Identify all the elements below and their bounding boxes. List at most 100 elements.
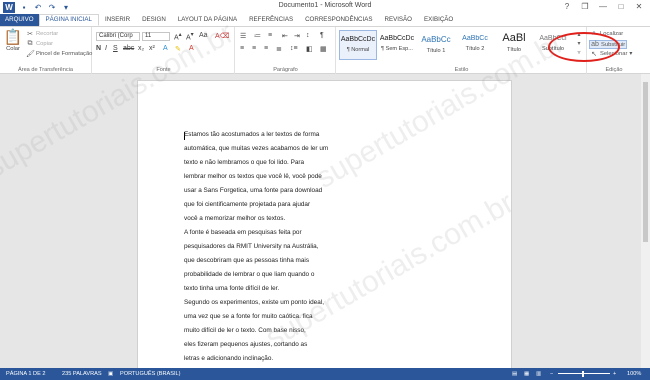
- superscript-icon[interactable]: x²: [149, 45, 155, 52]
- italic-icon[interactable]: I: [105, 45, 107, 52]
- minimize-icon[interactable]: —: [594, 1, 612, 13]
- tab-review[interactable]: REVISÃO: [378, 14, 418, 26]
- close-icon[interactable]: ✕: [630, 1, 648, 13]
- show-marks-icon[interactable]: ¶: [320, 32, 324, 39]
- web-layout-icon[interactable]: ▥: [536, 371, 541, 377]
- tab-design[interactable]: DESIGN: [136, 14, 172, 26]
- help-icon[interactable]: ?: [558, 1, 576, 13]
- increase-indent-icon[interactable]: ⇥: [294, 32, 300, 40]
- grow-font-icon[interactable]: A▴: [174, 32, 182, 41]
- tab-file[interactable]: ARQUIVO: [0, 14, 39, 26]
- tab-mailings[interactable]: CORRESPONDÊNCIAS: [299, 14, 378, 26]
- doc-line: Estamos tão acostumados a ler textos de …: [184, 131, 320, 138]
- styles-group-label: Estilo: [454, 67, 469, 73]
- doc-line: lembrar melhor os textos que você lê, vo…: [184, 173, 322, 180]
- style-preview: AaBbCcDc: [379, 35, 415, 42]
- ribbon-tabs: ARQUIVO PÁGINA INICIAL INSERIR DESIGN LA…: [0, 14, 650, 26]
- font-color-icon[interactable]: A: [189, 45, 194, 52]
- style-name: Título: [507, 47, 521, 53]
- align-right-icon[interactable]: ≡: [264, 45, 268, 52]
- change-case-icon[interactable]: Aa: [199, 32, 208, 39]
- title-bar: W ▪ ↶ ↷ ▾ Documento1 - Microsoft Word ? …: [0, 0, 650, 14]
- zoom-slider[interactable]: [558, 373, 610, 374]
- clipboard-icon: 📋: [3, 29, 23, 46]
- doc-line: usar a Sans Forgetica, uma fonte para do…: [184, 187, 323, 194]
- style-no-spacing[interactable]: AaBbCcDc ¶ Sem Esp...: [378, 30, 416, 60]
- document-page[interactable]: Estamos tão acostumados a ler textos de …: [137, 80, 512, 370]
- paste-button[interactable]: 📋 Colar: [3, 29, 23, 53]
- status-bar: PÁGINA 1 DE 2 235 PALAVRAS ▣ PORTUGUÊS (…: [0, 368, 650, 380]
- doc-line: pesquisadores da RMIT University na Aust…: [184, 243, 319, 250]
- style-heading-1[interactable]: AaBbCc Título 1: [417, 30, 455, 60]
- doc-line: uma vez que se a fonte for muito caótica…: [184, 313, 313, 320]
- bold-icon[interactable]: N: [96, 45, 101, 52]
- tab-insert[interactable]: INSERIR: [99, 14, 136, 26]
- copy-label: Copiar: [36, 41, 54, 47]
- style-heading-2[interactable]: AaBbCc Título 2: [456, 30, 494, 60]
- zoom-level[interactable]: 100%: [627, 371, 641, 377]
- line-spacing-icon[interactable]: ↕≡: [290, 45, 298, 52]
- subscript-icon[interactable]: x₂: [138, 45, 144, 52]
- doc-line: texto e não lembramos o que foi lido. Pa…: [184, 159, 305, 166]
- doc-line: A fonte é baseada em pesquisas feita por: [184, 229, 302, 236]
- align-center-icon[interactable]: ≡: [252, 45, 256, 52]
- vertical-scrollbar[interactable]: [641, 74, 650, 368]
- language[interactable]: PORTUGUÊS (BRASIL): [120, 371, 181, 377]
- paragraph-group-label: Parágrafo: [273, 67, 298, 73]
- chevron-down-icon: ▾: [629, 51, 633, 57]
- style-name: ¶ Sem Esp...: [381, 46, 413, 52]
- sort-icon[interactable]: ↕: [306, 32, 310, 39]
- window-controls: ? ❐ — □ ✕: [558, 1, 648, 13]
- font-group: Calibri (Corp 11 A▴ A▾ Aa A⌫ N I S abc x…: [93, 27, 235, 74]
- tab-view[interactable]: EXIBIÇÃO: [418, 14, 459, 26]
- bullets-icon[interactable]: ☰: [240, 32, 246, 40]
- shading-icon[interactable]: ◧: [306, 45, 313, 53]
- maximize-icon[interactable]: □: [612, 1, 630, 13]
- brush-icon: 🖌: [26, 51, 35, 58]
- justify-icon[interactable]: ≣: [276, 45, 282, 53]
- cut-button[interactable]: ✂ Recortar: [26, 30, 58, 38]
- borders-icon[interactable]: ▦: [320, 45, 327, 53]
- strikethrough-icon[interactable]: abc: [123, 45, 134, 52]
- style-name: Título 1: [426, 48, 446, 54]
- zoom-slider-handle[interactable]: [582, 371, 584, 377]
- font-size-select[interactable]: 11: [142, 32, 170, 41]
- red-circle-annotation: [548, 32, 620, 62]
- format-painter-button[interactable]: 🖌 Pincel de Formatação: [26, 50, 92, 58]
- doc-line: texto tinha uma fonte difícil de ler.: [184, 285, 280, 292]
- style-normal[interactable]: AaBbCcDc ¶ Normal: [339, 30, 377, 60]
- clear-formatting-icon[interactable]: A⌫: [215, 32, 230, 40]
- multilevel-list-icon[interactable]: ≡: [268, 32, 272, 39]
- highlight-color-icon[interactable]: ✎: [175, 45, 181, 53]
- doc-line: que foi cientificamente projetada para a…: [184, 201, 311, 208]
- scissors-icon: ✂: [27, 31, 33, 38]
- style-title[interactable]: AaBl Título: [495, 30, 533, 60]
- tab-page-layout[interactable]: LAYOUT DA PÁGINA: [172, 14, 243, 26]
- print-layout-icon[interactable]: ▦: [524, 371, 529, 377]
- tab-home[interactable]: PÁGINA INICIAL: [38, 14, 99, 26]
- zoom-out-icon[interactable]: −: [550, 371, 553, 377]
- style-preview: AaBl: [502, 32, 526, 44]
- copy-button[interactable]: ⧉ Copiar: [26, 40, 54, 48]
- style-preview: AaBbCc: [421, 35, 451, 44]
- style-preview: AaBbCc: [462, 35, 488, 42]
- shrink-font-icon[interactable]: A▾: [186, 32, 194, 41]
- scrollbar-thumb[interactable]: [643, 82, 648, 242]
- align-left-icon[interactable]: ≡: [240, 45, 244, 52]
- underline-icon[interactable]: S: [113, 45, 118, 52]
- ribbon-display-icon[interactable]: ❐: [576, 1, 594, 13]
- read-mode-icon[interactable]: ▤: [512, 371, 517, 377]
- text-effects-icon[interactable]: A: [163, 45, 168, 52]
- tab-references[interactable]: REFERÊNCIAS: [243, 14, 299, 26]
- proofing-icon[interactable]: ▣: [108, 371, 113, 377]
- decrease-indent-icon[interactable]: ⇤: [282, 32, 288, 40]
- doc-line: eles fizeram pequenos ajustes, cortando …: [184, 341, 308, 348]
- page-count[interactable]: PÁGINA 1 DE 2: [6, 371, 45, 377]
- zoom-in-icon[interactable]: +: [613, 371, 616, 377]
- word-count[interactable]: 235 PALAVRAS: [62, 371, 102, 377]
- numbering-icon[interactable]: ≔: [254, 32, 261, 40]
- clipboard-group-label: Área de Transferência: [17, 67, 74, 73]
- doc-line: Segundo os experimentos, existe um ponto…: [184, 299, 324, 306]
- font-name-select[interactable]: Calibri (Corp: [96, 32, 140, 41]
- doc-line: você a memorizar melhor os textos.: [184, 215, 286, 222]
